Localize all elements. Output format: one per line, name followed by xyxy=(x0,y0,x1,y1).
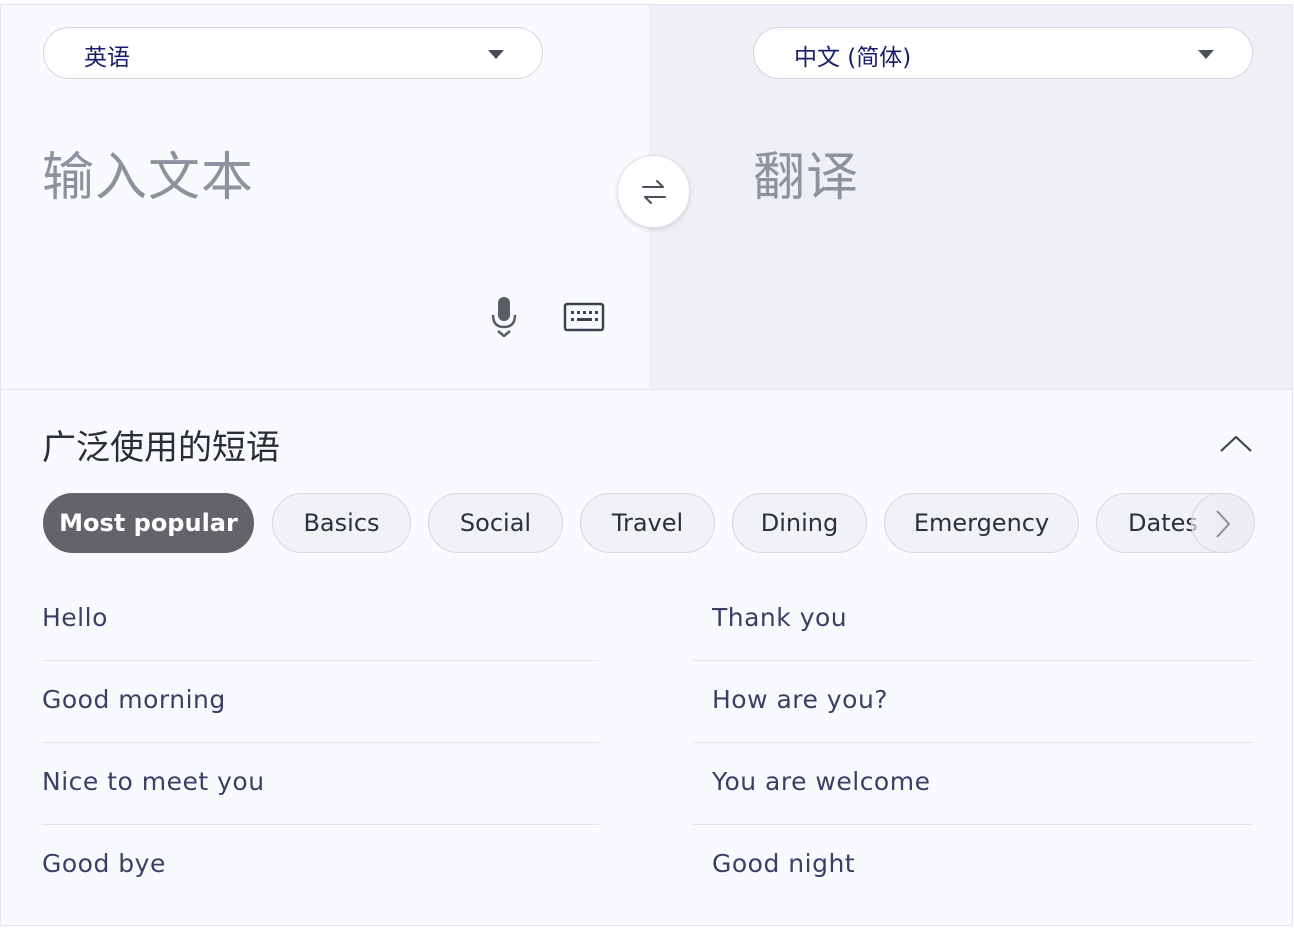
swap-languages-button[interactable] xyxy=(617,155,690,228)
phrase-item[interactable]: Hello xyxy=(42,603,108,632)
chevron-up-icon xyxy=(1220,435,1252,452)
collapse-phrases-button[interactable] xyxy=(1216,428,1256,458)
chip-dining[interactable]: Dining xyxy=(732,493,867,553)
source-text-input[interactable]: 输入文本 xyxy=(42,135,254,210)
row-divider xyxy=(693,742,1253,743)
swap-arrows-icon xyxy=(642,180,666,204)
microphone-icon xyxy=(491,297,517,338)
row-divider xyxy=(693,824,1253,825)
chip-basics[interactable]: Basics xyxy=(272,493,411,553)
phrase-item[interactable]: You are welcome xyxy=(712,767,930,796)
phrase-category-chips: Most popular Basics Social Travel Dining… xyxy=(43,493,1255,555)
row-divider xyxy=(693,660,1253,661)
phrases-section-title: 广泛使用的短语 xyxy=(42,428,280,468)
row-divider xyxy=(42,742,599,743)
translation-output: 翻译 xyxy=(753,148,860,208)
phrase-item[interactable]: Good bye xyxy=(42,849,166,878)
phrase-item[interactable]: Nice to meet you xyxy=(42,767,265,796)
caret-down-icon xyxy=(1198,50,1214,59)
virtual-keyboard-button[interactable] xyxy=(562,300,606,334)
phrase-item[interactable]: Good morning xyxy=(42,685,226,714)
target-language-select[interactable]: 中文 (简体) xyxy=(753,27,1253,79)
chips-scroll-next-button[interactable] xyxy=(1191,493,1255,553)
source-language-select[interactable]: 英语 xyxy=(43,27,543,79)
chip-travel[interactable]: Travel xyxy=(580,493,715,553)
chip-emergency[interactable]: Emergency xyxy=(884,493,1079,553)
row-divider xyxy=(42,660,599,661)
phrase-item[interactable]: Thank you xyxy=(712,603,847,632)
phrase-item[interactable]: How are you? xyxy=(712,685,888,714)
target-language-label: 中文 (简体) xyxy=(794,45,912,71)
chevron-right-icon xyxy=(1216,510,1230,538)
keyboard-icon xyxy=(563,302,605,332)
voice-input-button[interactable] xyxy=(484,295,524,339)
chip-most-popular[interactable]: Most popular xyxy=(43,493,254,553)
row-divider xyxy=(42,824,599,825)
chip-social[interactable]: Social xyxy=(428,493,563,553)
phrase-item[interactable]: Good night xyxy=(712,849,855,878)
source-language-label: 英语 xyxy=(84,45,130,71)
caret-down-icon xyxy=(488,50,504,59)
panel-divider xyxy=(1,389,1292,390)
